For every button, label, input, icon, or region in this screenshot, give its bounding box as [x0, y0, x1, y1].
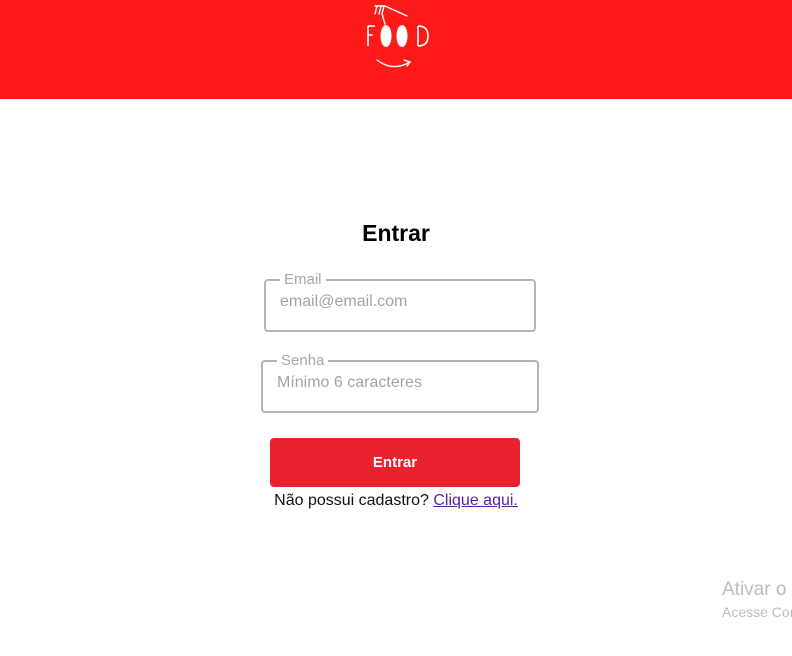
signup-link[interactable]: Clique aqui. — [433, 492, 518, 509]
signup-text: Não possui cadastro? — [274, 492, 429, 509]
food-logo[interactable] — [355, 0, 437, 80]
logo-letters — [367, 25, 429, 47]
password-fieldset: Senha — [261, 353, 539, 413]
fork-icon — [374, 5, 408, 25]
signup-prompt: Não possui cadastro? Clique aqui. — [0, 492, 792, 510]
password-input[interactable] — [277, 369, 523, 397]
email-fieldset: Email — [264, 272, 536, 332]
app-header — [0, 0, 792, 99]
login-button[interactable]: Entrar — [270, 438, 520, 487]
watermark-line-2: Acesse Con — [722, 604, 792, 620]
password-label: Senha — [281, 352, 325, 369]
login-page: Entrar Email Senha Entrar Não possui cad… — [0, 0, 792, 656]
email-input[interactable] — [280, 288, 520, 316]
windows-activation-watermark: Ativar o Acesse Con — [722, 578, 792, 622]
watermark-line-1: Ativar o — [722, 579, 787, 600]
email-label: Email — [284, 271, 322, 288]
page-title: Entrar — [362, 220, 430, 246]
smile-arrow-icon — [376, 59, 412, 68]
